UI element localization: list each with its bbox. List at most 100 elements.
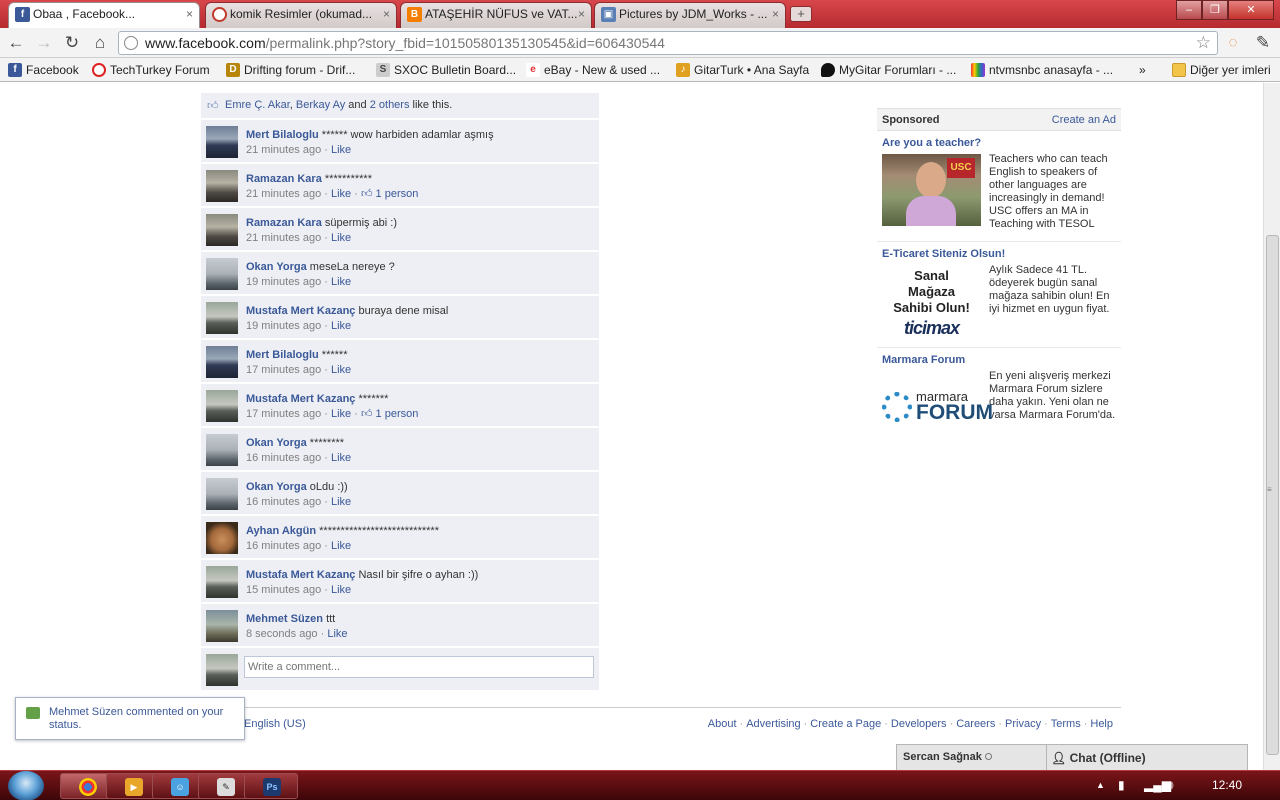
footer-link[interactable]: Terms — [1051, 718, 1081, 730]
tab-pictures[interactable]: ▣ Pictures by JDM_Works - ... × — [594, 2, 786, 28]
like-link[interactable]: Like — [331, 364, 351, 376]
avatar[interactable] — [206, 390, 238, 422]
avatar[interactable] — [206, 258, 238, 290]
back-button[interactable]: ← — [5, 32, 27, 54]
footer-link[interactable]: Developers — [891, 718, 947, 730]
avatar[interactable] — [206, 170, 238, 202]
tray-expand-icon[interactable]: ▲ — [1096, 780, 1105, 790]
ad-marmara[interactable]: Marmara Forum marmara FORUM En yeni alışv… — [877, 348, 1121, 443]
minimize-button[interactable]: – — [1176, 0, 1202, 20]
language-link[interactable]: English (US) — [244, 718, 306, 730]
tab-facebook[interactable]: f Obaa , Facebook... × — [8, 2, 200, 29]
avatar[interactable] — [206, 522, 238, 554]
avatar[interactable] — [206, 346, 238, 378]
ad-title[interactable]: Are you a teacher? — [882, 136, 1116, 150]
bookmark-ebay[interactable]: e eBay - New & used ... — [526, 62, 660, 78]
comment-timestamp[interactable]: 21 minutes ago — [246, 188, 321, 200]
wrench-menu-icon[interactable]: ✎ — [1252, 32, 1274, 54]
start-button[interactable] — [8, 771, 44, 800]
avatar[interactable] — [206, 214, 238, 246]
usb-tray-icon[interactable]: ▮ — [1118, 778, 1125, 792]
ad-ticimax[interactable]: E-Ticaret Siteniz Olsun! Sanal Mağaza Sa… — [877, 242, 1121, 348]
taskbar-clock[interactable]: 12:40 — [1212, 778, 1242, 792]
like-link[interactable]: Like — [331, 408, 351, 420]
ad-image[interactable]: Sanal Mağaza Sahibi Olun! ticimax — [882, 264, 981, 337]
comment-author[interactable]: Mustafa Mert Kazanç — [246, 393, 355, 405]
bookmarks-overflow-chevron[interactable]: » — [1131, 62, 1146, 78]
avatar[interactable] — [206, 610, 238, 642]
like-link[interactable]: Like — [331, 276, 351, 288]
other-bookmarks[interactable]: Diğer yer imleri — [1172, 62, 1271, 78]
bookmark-facebook[interactable]: f Facebook — [8, 62, 79, 78]
comment-timestamp[interactable]: 16 minutes ago — [246, 452, 321, 464]
others-link[interactable]: 2 others — [370, 99, 410, 111]
footer-link[interactable]: Careers — [956, 718, 995, 730]
page-scrollbar[interactable]: ≡ — [1263, 83, 1280, 770]
page-info-icon[interactable] — [124, 36, 138, 50]
comment-author[interactable]: Okan Yorga — [246, 437, 307, 449]
bookmark-star-icon[interactable]: ☆ — [1196, 32, 1211, 54]
comment-timestamp[interactable]: 17 minutes ago — [246, 364, 321, 376]
taskbar-photoshop[interactable]: Ps — [244, 773, 298, 799]
close-tab-icon[interactable]: × — [578, 3, 585, 25]
forward-button[interactable]: → — [33, 32, 55, 54]
liker-link[interactable]: Berkay Ay — [296, 99, 345, 111]
bookmark-sxoc[interactable]: S SXOC Bulletin Board... — [376, 62, 516, 78]
ad-title[interactable]: E-Ticaret Siteniz Olsun! — [882, 247, 1116, 261]
home-button[interactable]: ⌂ — [89, 32, 111, 54]
bookmark-gitarturk[interactable]: ♪ GitarTurk • Ana Sayfa — [676, 62, 809, 78]
close-window-button[interactable]: ✕ — [1228, 0, 1274, 20]
avatar[interactable] — [206, 566, 238, 598]
ad-usc[interactable]: Are you a teacher? USC Teachers who can … — [877, 131, 1121, 242]
comment-timestamp[interactable]: 21 minutes ago — [246, 232, 321, 244]
avatar[interactable] — [206, 302, 238, 334]
avatar[interactable] — [206, 434, 238, 466]
close-tab-icon[interactable]: × — [772, 3, 779, 25]
comment-timestamp[interactable]: 8 seconds ago — [246, 628, 318, 640]
comment-timestamp[interactable]: 17 minutes ago — [246, 408, 321, 420]
like-link[interactable]: Like — [331, 188, 351, 200]
close-tab-icon[interactable]: × — [383, 3, 390, 25]
comment-timestamp[interactable]: 15 minutes ago — [246, 584, 321, 596]
extension-icon[interactable]: ◌ — [1222, 32, 1244, 54]
avatar[interactable] — [206, 126, 238, 158]
comment-author[interactable]: Mert Bilaloglu — [246, 349, 319, 361]
reload-button[interactable]: ↻ — [61, 32, 83, 54]
like-link[interactable]: Like — [327, 628, 347, 640]
bookmark-ntvmsnbc[interactable]: ntvmsnbc anasayfa - ... — [971, 62, 1113, 78]
comment-author[interactable]: Okan Yorga — [246, 481, 307, 493]
comment-author[interactable]: Mustafa Mert Kazanç — [246, 569, 355, 581]
like-link[interactable]: Like — [331, 540, 351, 552]
ad-title[interactable]: Marmara Forum — [882, 353, 1116, 367]
comment-like-count[interactable]: 👍︎ 1 person — [361, 188, 418, 200]
footer-link[interactable]: Help — [1090, 718, 1113, 730]
comment-author[interactable]: Mustafa Mert Kazanç — [246, 305, 355, 317]
comment-like-count[interactable]: 👍︎ 1 person — [361, 408, 418, 420]
ad-image[interactable]: marmara FORUM — [882, 368, 993, 428]
scrollbar-thumb[interactable] — [1266, 235, 1279, 755]
comment-author[interactable]: Ramazan Kara — [246, 173, 322, 185]
tab-atasehir[interactable]: B ATAŞEHİR NÜFUS ve VAT... × — [400, 2, 592, 28]
comment-timestamp[interactable]: 16 minutes ago — [246, 540, 321, 552]
comment-author[interactable]: Mehmet Süzen — [246, 613, 323, 625]
comment-timestamp[interactable]: 16 minutes ago — [246, 496, 321, 508]
like-link[interactable]: Like — [331, 144, 351, 156]
comment-author[interactable]: Mert Bilaloglu — [246, 129, 319, 141]
bookmark-mygitar[interactable]: MyGitar Forumları - ... — [821, 62, 956, 78]
comment-author[interactable]: Ramazan Kara — [246, 217, 322, 229]
comment-timestamp[interactable]: 19 minutes ago — [246, 320, 321, 332]
comment-author[interactable]: Ayhan Akgün — [246, 525, 316, 537]
chat-owner-tab[interactable]: Sercan Sağnak — [897, 745, 1047, 770]
bookmark-techturkey[interactable]: TechTurkey Forum — [92, 62, 210, 78]
bookmark-drifting[interactable]: D Drifting forum - Drif... — [226, 62, 355, 78]
like-link[interactable]: Like — [331, 320, 351, 332]
footer-link[interactable]: Create a Page — [810, 718, 881, 730]
avatar[interactable] — [206, 478, 238, 510]
like-link[interactable]: Like — [331, 496, 351, 508]
comment-author[interactable]: Okan Yorga — [246, 261, 307, 273]
maximize-button[interactable]: ❐ — [1202, 0, 1228, 20]
ad-image[interactable]: USC — [882, 154, 981, 226]
write-comment-input[interactable] — [244, 656, 594, 678]
footer-link[interactable]: About — [708, 718, 737, 730]
footer-link[interactable]: Advertising — [746, 718, 800, 730]
